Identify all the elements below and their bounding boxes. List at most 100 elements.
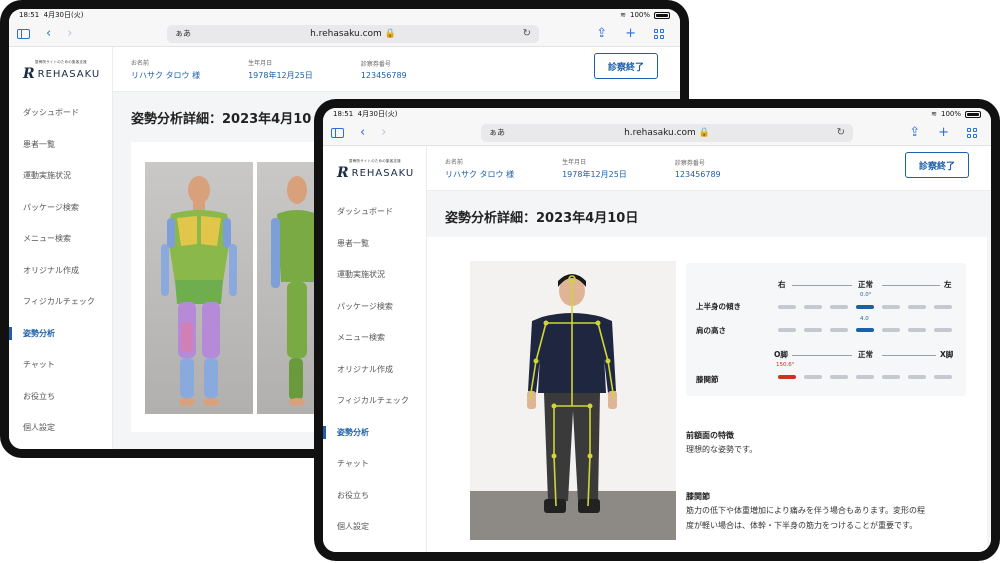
scale-line-1b [882,285,940,286]
upper-body-tilt-value: 0.0° [860,292,872,298]
patient-header: お名前 リハサク タロウ 様 生年月日 1978年12月25日 診察券番号 12345… [427,146,991,191]
status-time: 18:51 [333,110,354,118]
body-model-front-image [145,162,253,414]
scale-line-1a [792,285,852,286]
scale-dash-active [856,305,874,309]
shoulder-height-value: 4.0 [860,316,869,322]
sidebar: 整骨院サイトのための集客支援 R REHASAKU ダッシュボード 患者一覧 運動… [323,146,427,552]
frontal-plane-title: 前額面の特徴 [686,431,734,440]
patient-header: お名前 リハサク タロウ 様 生年月日 1978年12月25日 診察券番号 12345… [113,47,680,92]
scale-right-label: 右 [778,280,786,289]
forward-icon[interactable]: › [381,126,386,139]
scale-dash [934,328,952,332]
status-bar: 18:51 4月30日(火) ≋ 100% [9,9,680,21]
scale-normal-label: 正常 [858,280,873,289]
share-icon[interactable]: ⇪ [909,126,920,139]
nav-chat[interactable]: チャット [323,448,426,480]
scale-dash-active [778,375,796,379]
end-consultation-button[interactable]: 診察終了 [594,53,658,79]
knee-feature-text-1: 筋力の低下や体重増加により痛みを伴う場合もあります。変形の程 [686,506,926,515]
address-bar[interactable]: ぁあ h.rehasaku.com 🔒 ↻ [167,24,539,43]
nav-useful[interactable]: お役立ち [9,381,112,413]
back-icon[interactable]: ‹ [360,126,365,139]
front-tablet-screen: 18:51 4月30日(火) ≋ 100% ‹ › ぁあ h.rehasaku.c… [323,108,991,552]
nav-posture-analysis[interactable]: 姿勢分析 [9,318,112,350]
card-label: 診察券番号 [360,60,391,68]
knee-joint-label: 膝関節 [696,375,719,384]
sidebar-toggle-icon[interactable] [17,28,30,39]
sidebar-toggle-icon[interactable] [331,127,344,138]
tabs-overview-icon[interactable] [967,127,977,138]
nav-dashboard[interactable]: ダッシュボード [9,97,112,129]
status-time: 18:51 [19,11,40,19]
dob-label: 生年月日 [248,59,273,67]
nav-useful[interactable]: お役立ち [323,480,426,512]
nav-menu-search[interactable]: メニュー検索 [323,322,426,354]
analysis-card: 右 正常 左 上半身の傾き 0.0° 肩の高さ 4.0 O脚 正常 X脚 150… [427,237,987,552]
nav-physical-check[interactable]: フィジカルチェック [9,286,112,318]
scale-dash [778,328,796,332]
patient-card-no: 123456789 [674,169,721,179]
address-bar[interactable]: ぁあ h.rehasaku.com 🔒 ↻ [481,123,853,142]
nav-menu-search[interactable]: メニュー検索 [9,223,112,255]
scale-o-leg-label: O脚 [774,350,788,359]
nav-settings[interactable]: 個人設定 [9,412,112,444]
scale-dash [908,305,926,309]
knee-joint-value: 150.6° [776,362,795,368]
nav-posture-analysis[interactable]: 姿勢分析 [323,417,426,449]
nav-dashboard[interactable]: ダッシュボード [323,196,426,228]
status-date: 4月30日(火) [43,11,84,19]
scale-dash-active [856,328,874,332]
scale-normal-label-2: 正常 [858,350,873,359]
nav-exercise-status[interactable]: 運動実施状況 [9,160,112,192]
nav-exercise-status[interactable]: 運動実施状況 [323,259,426,291]
shoulder-height-label: 肩の高さ [696,326,726,335]
new-tab-icon[interactable]: + [625,27,636,40]
scale-dash [882,375,900,379]
patient-dob: 1978年12月25日 [562,169,627,179]
nav-package-search[interactable]: パッケージ検索 [9,192,112,224]
end-consultation-button[interactable]: 診察終了 [905,152,969,178]
knee-feature-title: 膝関節 [686,492,710,501]
scale-dash [830,305,848,309]
scale-dash [778,305,796,309]
nav-physical-check[interactable]: フィジカルチェック [323,385,426,417]
scale-dash [934,305,952,309]
front-tablet: 18:51 4月30日(火) ≋ 100% ‹ › ぁあ h.rehasaku.c… [314,99,1000,561]
new-tab-icon[interactable]: + [938,126,949,139]
dob-label: 生年月日 [562,158,587,166]
browser-toolbar: ‹ › ぁあ h.rehasaku.com 🔒 ↻ ⇪ + [9,21,680,47]
scale-dash [934,375,952,379]
patient-dob: 1978年12月25日 [248,70,313,80]
nav-patients[interactable]: 患者一覧 [323,228,426,260]
logo: 整骨院サイトのための集客支援 R REHASAKU [323,146,426,196]
back-icon[interactable]: ‹ [46,27,51,40]
nav-chat[interactable]: チャット [9,349,112,381]
logo-mark-icon: R [337,165,349,181]
scale-dash [830,375,848,379]
tabs-overview-icon[interactable] [654,28,664,39]
url-text: h.rehasaku.com 🔒 [624,127,710,138]
logo-tagline: 整骨院サイトのための集客支援 [349,159,401,163]
nav-original[interactable]: オリジナル作成 [9,255,112,287]
name-label: お名前 [445,158,464,166]
page-title: 姿勢分析詳細：2023年4月10日 [445,211,639,226]
nav-original[interactable]: オリジナル作成 [323,354,426,386]
scale-dash [804,305,822,309]
scale-left-label: 左 [944,280,952,289]
share-icon[interactable]: ⇪ [596,27,607,40]
forward-icon[interactable]: › [67,27,72,40]
wifi-icon: ≋ [620,11,626,19]
patient-card-no: 123456789 [360,70,407,80]
logo-mark-icon: R [23,66,35,82]
logo: 整骨院サイトのための集客支援 R REHASAKU [9,47,112,97]
battery-percent: 100% [940,110,961,118]
nav-settings[interactable]: 個人設定 [323,511,426,543]
upper-body-tilt-label: 上半身の傾き [696,302,741,311]
scale-dash [882,305,900,309]
scale-x-leg-label: X脚 [940,350,954,359]
frontal-plane-text: 理想的な姿勢です。 [686,445,758,454]
nav-package-search[interactable]: パッケージ検索 [323,291,426,323]
nav-patients[interactable]: 患者一覧 [9,129,112,161]
scale-dash [804,328,822,332]
